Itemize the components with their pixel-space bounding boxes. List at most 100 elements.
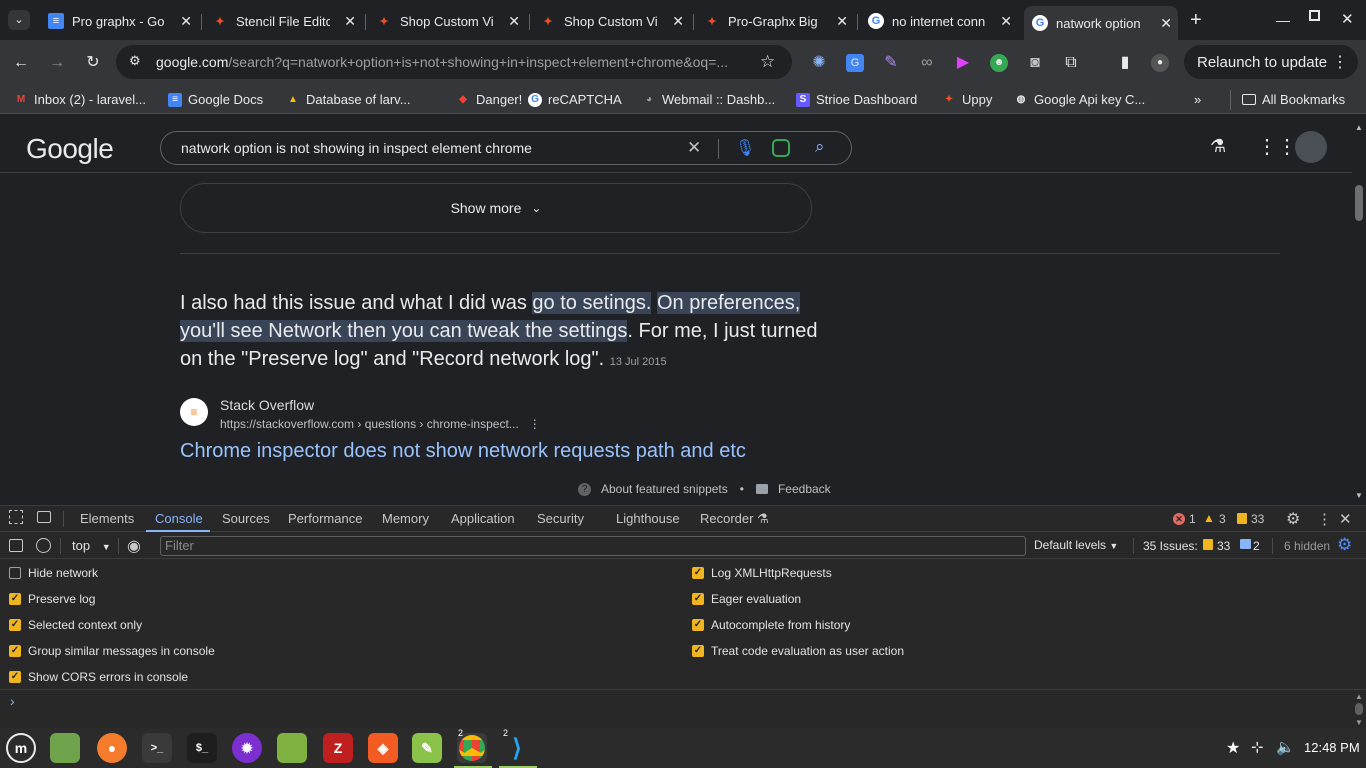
- bookmark-0[interactable]: M Inbox (2) - laravel...: [14, 92, 146, 107]
- tab-1[interactable]: ✦ Stencil File Edito ✕: [204, 6, 362, 36]
- back-icon[interactable]: ←: [12, 54, 30, 72]
- scroll-up-arrow[interactable]: ▲: [1355, 692, 1363, 701]
- sidebar-toggle-icon[interactable]: [9, 539, 23, 552]
- tab-3[interactable]: ✦ Shop Custom Vi ✕: [532, 6, 690, 36]
- option-preserve-log[interactable]: ✓ Preserve log: [9, 592, 95, 606]
- apps-grid-icon[interactable]: ⋮⋮: [1257, 134, 1297, 159]
- show-more-button[interactable]: Show more ⌄: [180, 183, 812, 233]
- google-logo[interactable]: Google: [26, 133, 114, 165]
- minimize-icon[interactable]: —: [1276, 12, 1290, 28]
- firefox-icon[interactable]: ●: [97, 733, 127, 763]
- close-icon[interactable]: ✕: [508, 13, 520, 30]
- devtools-tab-sources[interactable]: Sources: [222, 511, 270, 526]
- page-scrollbar[interactable]: ▲ ▼: [1352, 121, 1366, 504]
- bookmark-2[interactable]: ▲ Database of larv...: [286, 92, 411, 107]
- issues-icon[interactable]: [1237, 513, 1247, 524]
- console-filter-input[interactable]: Filter: [160, 536, 1026, 556]
- scroll-thumb[interactable]: [1355, 185, 1363, 221]
- site-info-icon[interactable]: ⚙: [129, 53, 141, 69]
- close-icon[interactable]: ✕: [1000, 13, 1012, 30]
- issues-a-count[interactable]: 33: [1217, 539, 1230, 553]
- terminal-alt-icon[interactable]: $_: [187, 733, 217, 763]
- forward-icon[interactable]: →: [48, 54, 66, 72]
- option-group-similar[interactable]: ✓ Group similar messages in console: [9, 644, 215, 658]
- devtools-tab-elements[interactable]: Elements: [80, 511, 134, 526]
- close-icon[interactable]: ✕: [180, 13, 192, 30]
- tab-search-button[interactable]: ⌄: [8, 10, 30, 30]
- bookmark-4[interactable]: GreCAPTCHA: [528, 92, 622, 107]
- option-treat-code-eval[interactable]: ✓ Treat code evaluation as user action: [692, 644, 904, 658]
- devtools-tab-recorder[interactable]: Recorder ⚗: [700, 511, 769, 527]
- tab-4[interactable]: ✦ Pro-Graphx Big ✕: [696, 6, 854, 36]
- checkbox-checked[interactable]: ✓: [692, 567, 704, 579]
- issues-b-count[interactable]: 2: [1253, 539, 1260, 553]
- close-icon[interactable]: ✕: [836, 13, 848, 30]
- bookmark-3[interactable]: ◆ Danger!: [456, 92, 522, 107]
- search-icon[interactable]: ⌕: [815, 137, 825, 157]
- issues-count[interactable]: 33: [1251, 512, 1264, 526]
- checkbox-checked[interactable]: ✓: [9, 619, 21, 631]
- all-bookmarks-button[interactable]: All Bookmarks: [1242, 92, 1345, 107]
- devtools-tab-memory[interactable]: Memory: [382, 511, 429, 526]
- favorites-star-icon[interactable]: ★: [1226, 738, 1240, 758]
- new-tab-button[interactable]: +: [1190, 9, 1202, 32]
- mint-menu-icon[interactable]: m: [6, 733, 36, 763]
- brave-icon[interactable]: ◈: [368, 733, 398, 763]
- checkbox-checked[interactable]: ✓: [9, 671, 21, 683]
- robot-extension-icon[interactable]: ☻: [990, 54, 1008, 72]
- profile-avatar[interactable]: ●: [1151, 54, 1169, 72]
- window-close-icon[interactable]: ✕: [1341, 10, 1354, 28]
- link-extension-icon[interactable]: ∞: [918, 54, 936, 72]
- camera-extension-icon[interactable]: ◙: [1026, 54, 1044, 72]
- mic-icon[interactable]: 🎙: [735, 138, 755, 158]
- source-name[interactable]: Stack Overflow: [220, 397, 314, 413]
- live-expression-eye-icon[interactable]: ◉: [127, 536, 141, 556]
- option-log-xhr[interactable]: ✓ Log XMLHttpRequests: [692, 566, 832, 580]
- scroll-down-arrow[interactable]: ▼: [1355, 491, 1363, 500]
- checkbox-unchecked[interactable]: [9, 567, 21, 579]
- labs-icon[interactable]: ⚗: [1210, 136, 1226, 157]
- checkbox-checked[interactable]: ✓: [692, 619, 704, 631]
- checkbox-checked[interactable]: ✓: [692, 645, 704, 657]
- maximize-icon[interactable]: [1309, 10, 1320, 21]
- scroll-thumb[interactable]: [1355, 703, 1363, 715]
- issues-label[interactable]: 35 Issues:: [1143, 539, 1198, 553]
- clock[interactable]: 12:48 PM: [1304, 740, 1360, 755]
- feedback-link[interactable]: Feedback: [778, 482, 831, 496]
- files-icon[interactable]: [50, 733, 80, 763]
- option-autocomplete[interactable]: ✓ Autocomplete from history: [692, 618, 850, 632]
- settings-icon[interactable]: ⚙: [1286, 509, 1300, 529]
- reload-icon[interactable]: ↻: [84, 54, 102, 72]
- scroll-down-arrow[interactable]: ▼: [1355, 718, 1363, 727]
- checkbox-checked[interactable]: ✓: [692, 593, 704, 605]
- address-bar[interactable]: ⚙ google.com/search?q=natwork+option+is+…: [116, 45, 792, 79]
- device-toolbar-icon[interactable]: [37, 511, 51, 523]
- network-icon[interactable]: ⊹: [1251, 738, 1264, 756]
- console-scrollbar[interactable]: ▲ ▼: [1352, 690, 1366, 729]
- scroll-up-arrow[interactable]: ▲: [1355, 123, 1363, 132]
- bookmark-star-icon[interactable]: ☆: [760, 52, 775, 72]
- puzzle-icon[interactable]: ⧉: [1062, 54, 1080, 72]
- devtools-tab-lighthouse[interactable]: Lighthouse: [616, 511, 680, 526]
- clear-icon[interactable]: ✕: [687, 138, 701, 158]
- option-show-cors[interactable]: ✓ Show CORS errors in console: [9, 670, 188, 684]
- default-levels-dropdown[interactable]: Default levels ▼: [1034, 538, 1118, 552]
- volume-icon[interactable]: 🔈: [1276, 738, 1295, 756]
- editor-icon[interactable]: ✎: [412, 733, 442, 763]
- close-icon[interactable]: ✕: [344, 13, 356, 30]
- bookmark-7[interactable]: ✦ Uppy: [942, 92, 993, 107]
- relaunch-button[interactable]: Relaunch to update ⋮: [1184, 45, 1358, 79]
- video-extension-icon[interactable]: ▶: [954, 54, 972, 72]
- inspect-element-icon[interactable]: [9, 510, 23, 524]
- side-panel-icon[interactable]: ▮: [1116, 54, 1134, 72]
- bookmark-6[interactable]: S Strioe Dashboard: [796, 92, 917, 107]
- checkbox-checked[interactable]: ✓: [9, 645, 21, 657]
- bookmarks-overflow-button[interactable]: »: [1194, 92, 1201, 107]
- error-count[interactable]: 1: [1189, 512, 1196, 526]
- error-icon[interactable]: ✕: [1173, 513, 1185, 525]
- clear-console-icon[interactable]: [36, 538, 51, 553]
- terminal-icon[interactable]: >_: [142, 733, 172, 763]
- url-text[interactable]: google.com/search?q=natwork+option+is+no…: [156, 54, 751, 70]
- warning-icon[interactable]: ▲: [1203, 511, 1215, 525]
- checkbox-checked[interactable]: ✓: [9, 593, 21, 605]
